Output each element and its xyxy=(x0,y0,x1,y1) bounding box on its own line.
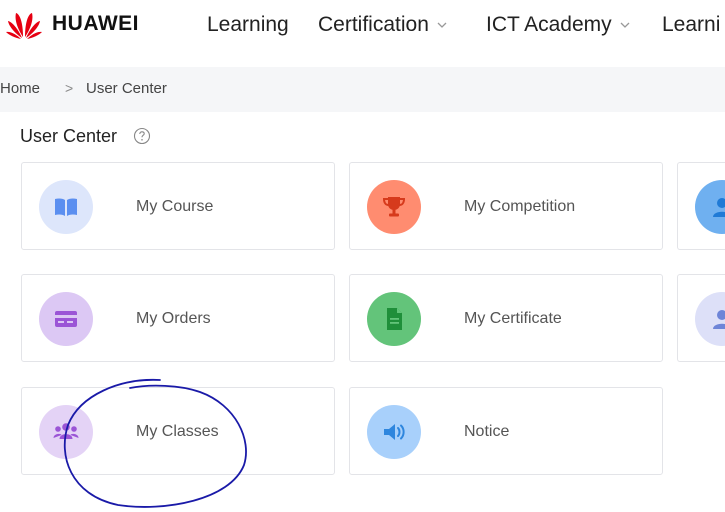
nav-certification-label: Certification xyxy=(318,13,429,36)
nav-ict-academy-label: ICT Academy xyxy=(486,13,612,36)
my-orders-label: My Orders xyxy=(136,310,211,327)
my-orders-icon-circle xyxy=(39,292,93,346)
notice-label: Notice xyxy=(464,423,510,440)
my-competition-icon-circle xyxy=(367,180,421,234)
notice-icon-circle xyxy=(367,405,421,459)
card-my-certificate[interactable]: My Certificate xyxy=(349,274,663,362)
my-course-icon-circle xyxy=(39,180,93,234)
nav-learning-label: Learning xyxy=(207,13,289,36)
chevron-down-icon xyxy=(437,22,447,29)
my-classes-label: My Classes xyxy=(136,423,219,440)
breadcrumb: Home > User Center xyxy=(0,67,725,112)
my-course-label: My Course xyxy=(136,198,214,215)
chevron-down-icon xyxy=(620,22,630,29)
card-my-classes[interactable]: My Classes xyxy=(21,387,335,475)
user-icon xyxy=(713,310,725,329)
card-my-orders[interactable]: My Orders xyxy=(21,274,335,362)
my-certificate-label: My Certificate xyxy=(464,310,562,327)
card-partial-team[interactable] xyxy=(677,274,725,362)
nav-ict-academy[interactable]: ICT Academy xyxy=(486,13,632,37)
brand-name[interactable]: HUAWEI xyxy=(52,12,139,36)
speaker-icon xyxy=(384,424,405,440)
group-icon xyxy=(53,423,79,439)
page-title: User Center xyxy=(20,126,118,146)
profile-icon-circle xyxy=(695,180,725,234)
top-nav: HUAWEI Learning Certification ICT Academ… xyxy=(0,0,725,52)
book-icon xyxy=(55,198,77,216)
breadcrumb-home[interactable]: Home xyxy=(0,80,40,97)
my-certificate-icon-circle xyxy=(367,292,421,346)
trophy-icon xyxy=(382,197,406,217)
card-notice[interactable]: Notice xyxy=(349,387,663,475)
card-icon xyxy=(55,311,77,327)
document-icon xyxy=(387,308,402,330)
nav-learning-more[interactable]: Learni xyxy=(662,13,720,37)
my-competition-label: My Competition xyxy=(464,198,576,215)
card-partial-profile[interactable] xyxy=(677,162,725,250)
my-classes-icon-circle xyxy=(39,405,93,459)
nav-certification[interactable]: Certification xyxy=(318,13,449,37)
huawei-logo-icon[interactable] xyxy=(6,9,42,39)
user-icon xyxy=(713,198,725,217)
question-circle-icon[interactable] xyxy=(133,127,151,145)
nav-learning-more-label: Learni xyxy=(662,13,721,36)
card-my-competition[interactable]: My Competition xyxy=(349,162,663,250)
breadcrumb-separator: > xyxy=(65,80,74,96)
breadcrumb-current: User Center xyxy=(86,80,167,97)
team-icon-circle xyxy=(695,292,725,346)
card-my-course[interactable]: My Course xyxy=(21,162,335,250)
nav-learning[interactable]: Learning xyxy=(207,13,289,37)
